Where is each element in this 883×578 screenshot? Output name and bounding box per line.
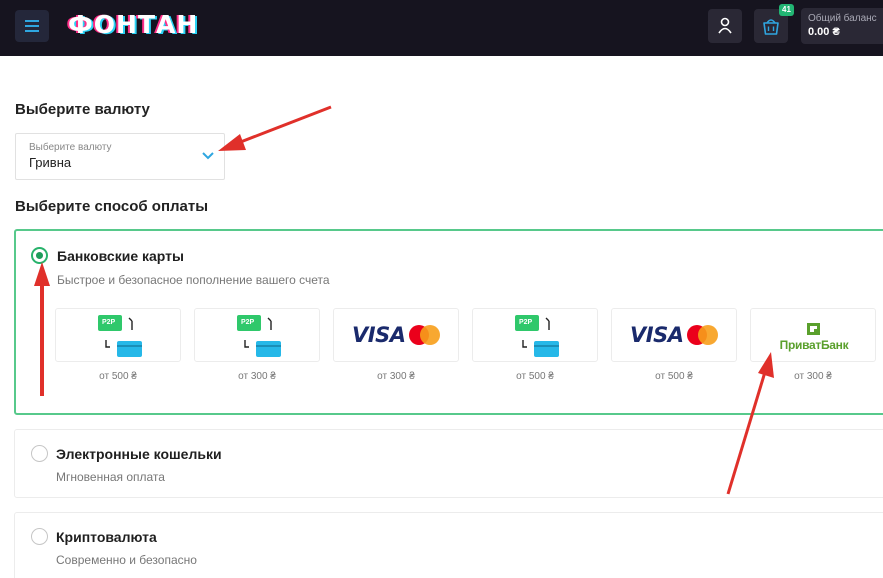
balance-widget[interactable]: Общий баланс 0.00 ₴ xyxy=(801,8,883,44)
method-visa-mastercard-1[interactable]: VISA xyxy=(333,308,459,362)
method-min-amount: от 500 ₴ xyxy=(99,371,137,382)
privatbank-logo: ПриватБанк xyxy=(779,338,849,352)
payment-option-title: Электронные кошельки xyxy=(56,446,222,462)
radio-bank-cards[interactable] xyxy=(31,247,48,264)
chevron-down-icon xyxy=(202,152,214,160)
method-min-amount: от 500 ₴ xyxy=(655,371,693,382)
visa-logo: VISA xyxy=(352,323,406,347)
p2p-label: P2P xyxy=(519,319,533,326)
payment-option-subtitle: Быстрое и безопасное пополнение вашего с… xyxy=(57,273,330,287)
payment-option-title: Банковские карты xyxy=(57,248,184,264)
payment-option-subtitle: Мгновенная оплата xyxy=(56,470,165,484)
p2p-label: P2P xyxy=(241,319,255,326)
logo[interactable]: ФОНТАН xyxy=(68,10,198,39)
payment-option-crypto[interactable]: Криптовалюта Современно и безопасно xyxy=(14,512,883,578)
top-bar: ФОНТАН 41 Общий баланс 0.00 ₴ xyxy=(0,0,883,56)
user-icon xyxy=(718,17,732,34)
p2p-transfer-icon: P2P xyxy=(98,315,142,357)
privatbank-logo-icon xyxy=(807,323,820,335)
annotation-arrow-currency xyxy=(237,105,332,145)
currency-select-value: Гривна xyxy=(29,155,72,170)
balance-label: Общий баланс xyxy=(808,13,877,24)
p2p-transfer-icon: P2P xyxy=(515,315,559,357)
method-visa-mastercard-2[interactable]: VISA xyxy=(611,308,737,362)
payment-option-subtitle: Современно и безопасно xyxy=(56,553,197,567)
radio-e-wallets[interactable] xyxy=(31,445,48,462)
method-p2p-2[interactable]: P2P xyxy=(194,308,320,362)
basket-count-badge: 41 xyxy=(779,4,794,16)
method-min-amount: от 500 ₴ xyxy=(516,371,554,382)
payment-option-title: Криптовалюта xyxy=(56,529,157,545)
currency-section-title: Выберите валюту xyxy=(15,101,150,118)
method-privatbank[interactable]: ПриватБанк xyxy=(750,308,876,362)
balance-value: 0.00 ₴ xyxy=(808,26,840,38)
visa-logo: VISA xyxy=(630,323,684,347)
hamburger-icon xyxy=(25,20,39,22)
p2p-transfer-icon: P2P xyxy=(237,315,281,357)
currency-select[interactable]: Выберите валюту Гривна xyxy=(15,133,225,180)
currency-select-label: Выберите валюту xyxy=(29,142,112,153)
radio-crypto[interactable] xyxy=(31,528,48,545)
method-p2p-3[interactable]: P2P xyxy=(472,308,598,362)
profile-button[interactable] xyxy=(708,9,742,43)
p2p-label: P2P xyxy=(102,319,116,326)
method-min-amount: от 300 ₴ xyxy=(238,371,276,382)
payment-option-bank-cards[interactable]: Банковские карты Быстрое и безопасное по… xyxy=(14,229,883,415)
payment-option-e-wallets[interactable]: Электронные кошельки Мгновенная оплата xyxy=(14,429,883,498)
method-p2p-1[interactable]: P2P xyxy=(55,308,181,362)
menu-button[interactable] xyxy=(15,10,49,42)
method-min-amount: от 300 ₴ xyxy=(377,371,415,382)
method-min-amount: от 300 ₴ xyxy=(794,371,832,382)
payment-section-title: Выберите способ оплаты xyxy=(15,198,209,215)
